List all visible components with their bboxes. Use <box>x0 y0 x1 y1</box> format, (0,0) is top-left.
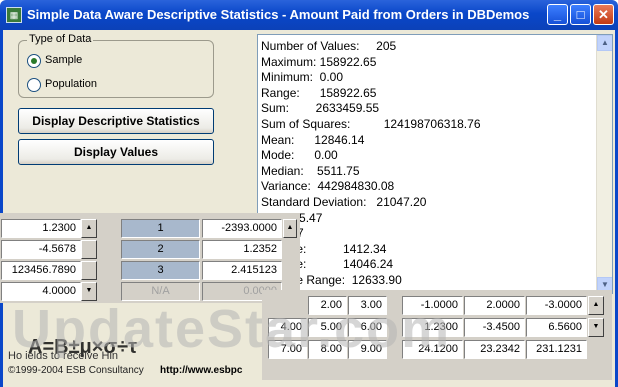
matrix-cell[interactable]: 8.00 <box>308 340 347 359</box>
matrix-cell[interactable]: 3.00 <box>348 296 387 315</box>
hint-text: Ho ields to receive Hin <box>8 350 119 362</box>
scroll-up-icon[interactable]: ▲ <box>597 35 612 51</box>
matrix-cell[interactable]: -1.0000 <box>402 296 463 315</box>
stat-line: Sum: 2633459.55 <box>261 101 380 116</box>
matrix-cell[interactable]: 2.00 <box>308 296 347 315</box>
population-radio[interactable] <box>27 78 41 92</box>
stat-line: Number of Values: 205 <box>261 39 397 53</box>
matrix-cell[interactable]: 6.00 <box>348 318 387 337</box>
population-label[interactable]: Population <box>45 78 97 90</box>
stat-line: Sum of Squares: 124198706318.76 <box>261 117 481 131</box>
sample-label[interactable]: Sample <box>45 54 82 66</box>
row-header: 3 <box>121 261 200 280</box>
matrix-cell[interactable]: 4.00 <box>268 318 307 337</box>
display-statistics-button[interactable]: Display Descriptive Statistics <box>18 108 214 134</box>
spin-button[interactable] <box>81 240 97 259</box>
result-cell[interactable]: 1.2352 <box>202 240 282 259</box>
spin-button[interactable] <box>81 261 97 280</box>
row-header: 1 <box>121 219 200 238</box>
matrix-cell[interactable]: 7.00 <box>268 340 307 359</box>
matrix-cell[interactable]: 5.00 <box>308 318 347 337</box>
matrix-cell[interactable]: 23.2342 <box>464 340 525 359</box>
stat-line: Standard Deviation: 21047.20 <box>261 195 427 209</box>
stat-line: Mode: 0.00 <box>261 148 338 163</box>
matrix-cell[interactable]: 24.1200 <box>402 340 463 359</box>
row-header: 2 <box>121 240 200 259</box>
matrix-cell[interactable]: 9.00 <box>348 340 387 359</box>
stat-line: Range: 158922.65 <box>261 85 377 100</box>
value-cell[interactable]: 123456.7890 <box>1 261 81 280</box>
stat-line: Maximum: 158922.65 <box>261 54 377 69</box>
statistics-memo[interactable]: Number of Values: 205 Maximum: 158922.65 M… <box>257 34 613 294</box>
grid-scroll-up-icon[interactable]: ▲ <box>283 219 297 238</box>
matrix-cell[interactable]: -3.4500 <box>464 318 525 337</box>
value-cell[interactable]: 4.0000 <box>1 282 81 301</box>
display-values-button[interactable]: Display Values <box>18 139 214 165</box>
website-link[interactable]: http://www.esbpc <box>160 365 242 376</box>
result-cell[interactable]: 2.415123 <box>202 261 282 280</box>
matrix-cell[interactable]: 231.1231 <box>526 340 587 359</box>
value-cell[interactable]: -4.5678 <box>1 240 81 259</box>
result-cell[interactable]: -2393.0000 <box>202 219 282 238</box>
stat-line: Median: 5511.75 <box>261 163 360 178</box>
row-header: N/A <box>121 282 200 301</box>
sample-radio[interactable] <box>27 54 41 68</box>
stat-line: Minimum: 0.00 <box>261 70 344 85</box>
window-title: Simple Data Aware Descriptive Statistics… <box>27 7 530 22</box>
app-icon[interactable]: ▦ <box>6 7 22 23</box>
group-legend: Type of Data <box>27 33 94 45</box>
maximize-button[interactable]: □ <box>570 4 591 25</box>
copyright-text: ©1999-2004 ESB Consultancy <box>8 365 144 376</box>
matrix-cell[interactable]: 6.5600 <box>526 318 587 337</box>
spin-button[interactable]: ▼ <box>81 282 97 301</box>
memo-scrollbar[interactable]: ▲ ▼ <box>596 35 612 293</box>
stat-line: Variance: 442984830.08 <box>261 179 395 194</box>
stat-line: Mean: 12846.14 <box>261 132 365 147</box>
matrix-cell[interactable]: 2.0000 <box>464 296 525 315</box>
matrix-scroll-down-icon[interactable]: ▼ <box>588 318 604 337</box>
close-button[interactable]: ✕ <box>593 4 614 25</box>
minimize-button[interactable]: _ <box>547 4 568 25</box>
title-bar: ▦ Simple Data Aware Descriptive Statisti… <box>0 0 618 30</box>
matrix-scroll-up-icon[interactable]: ▲ <box>588 296 604 315</box>
value-cell[interactable]: 1.2300 <box>1 219 81 238</box>
matrix-cell[interactable]: 1.2300 <box>402 318 463 337</box>
spin-button[interactable]: ▲ <box>81 219 97 238</box>
matrix-cell[interactable]: -3.0000 <box>526 296 587 315</box>
